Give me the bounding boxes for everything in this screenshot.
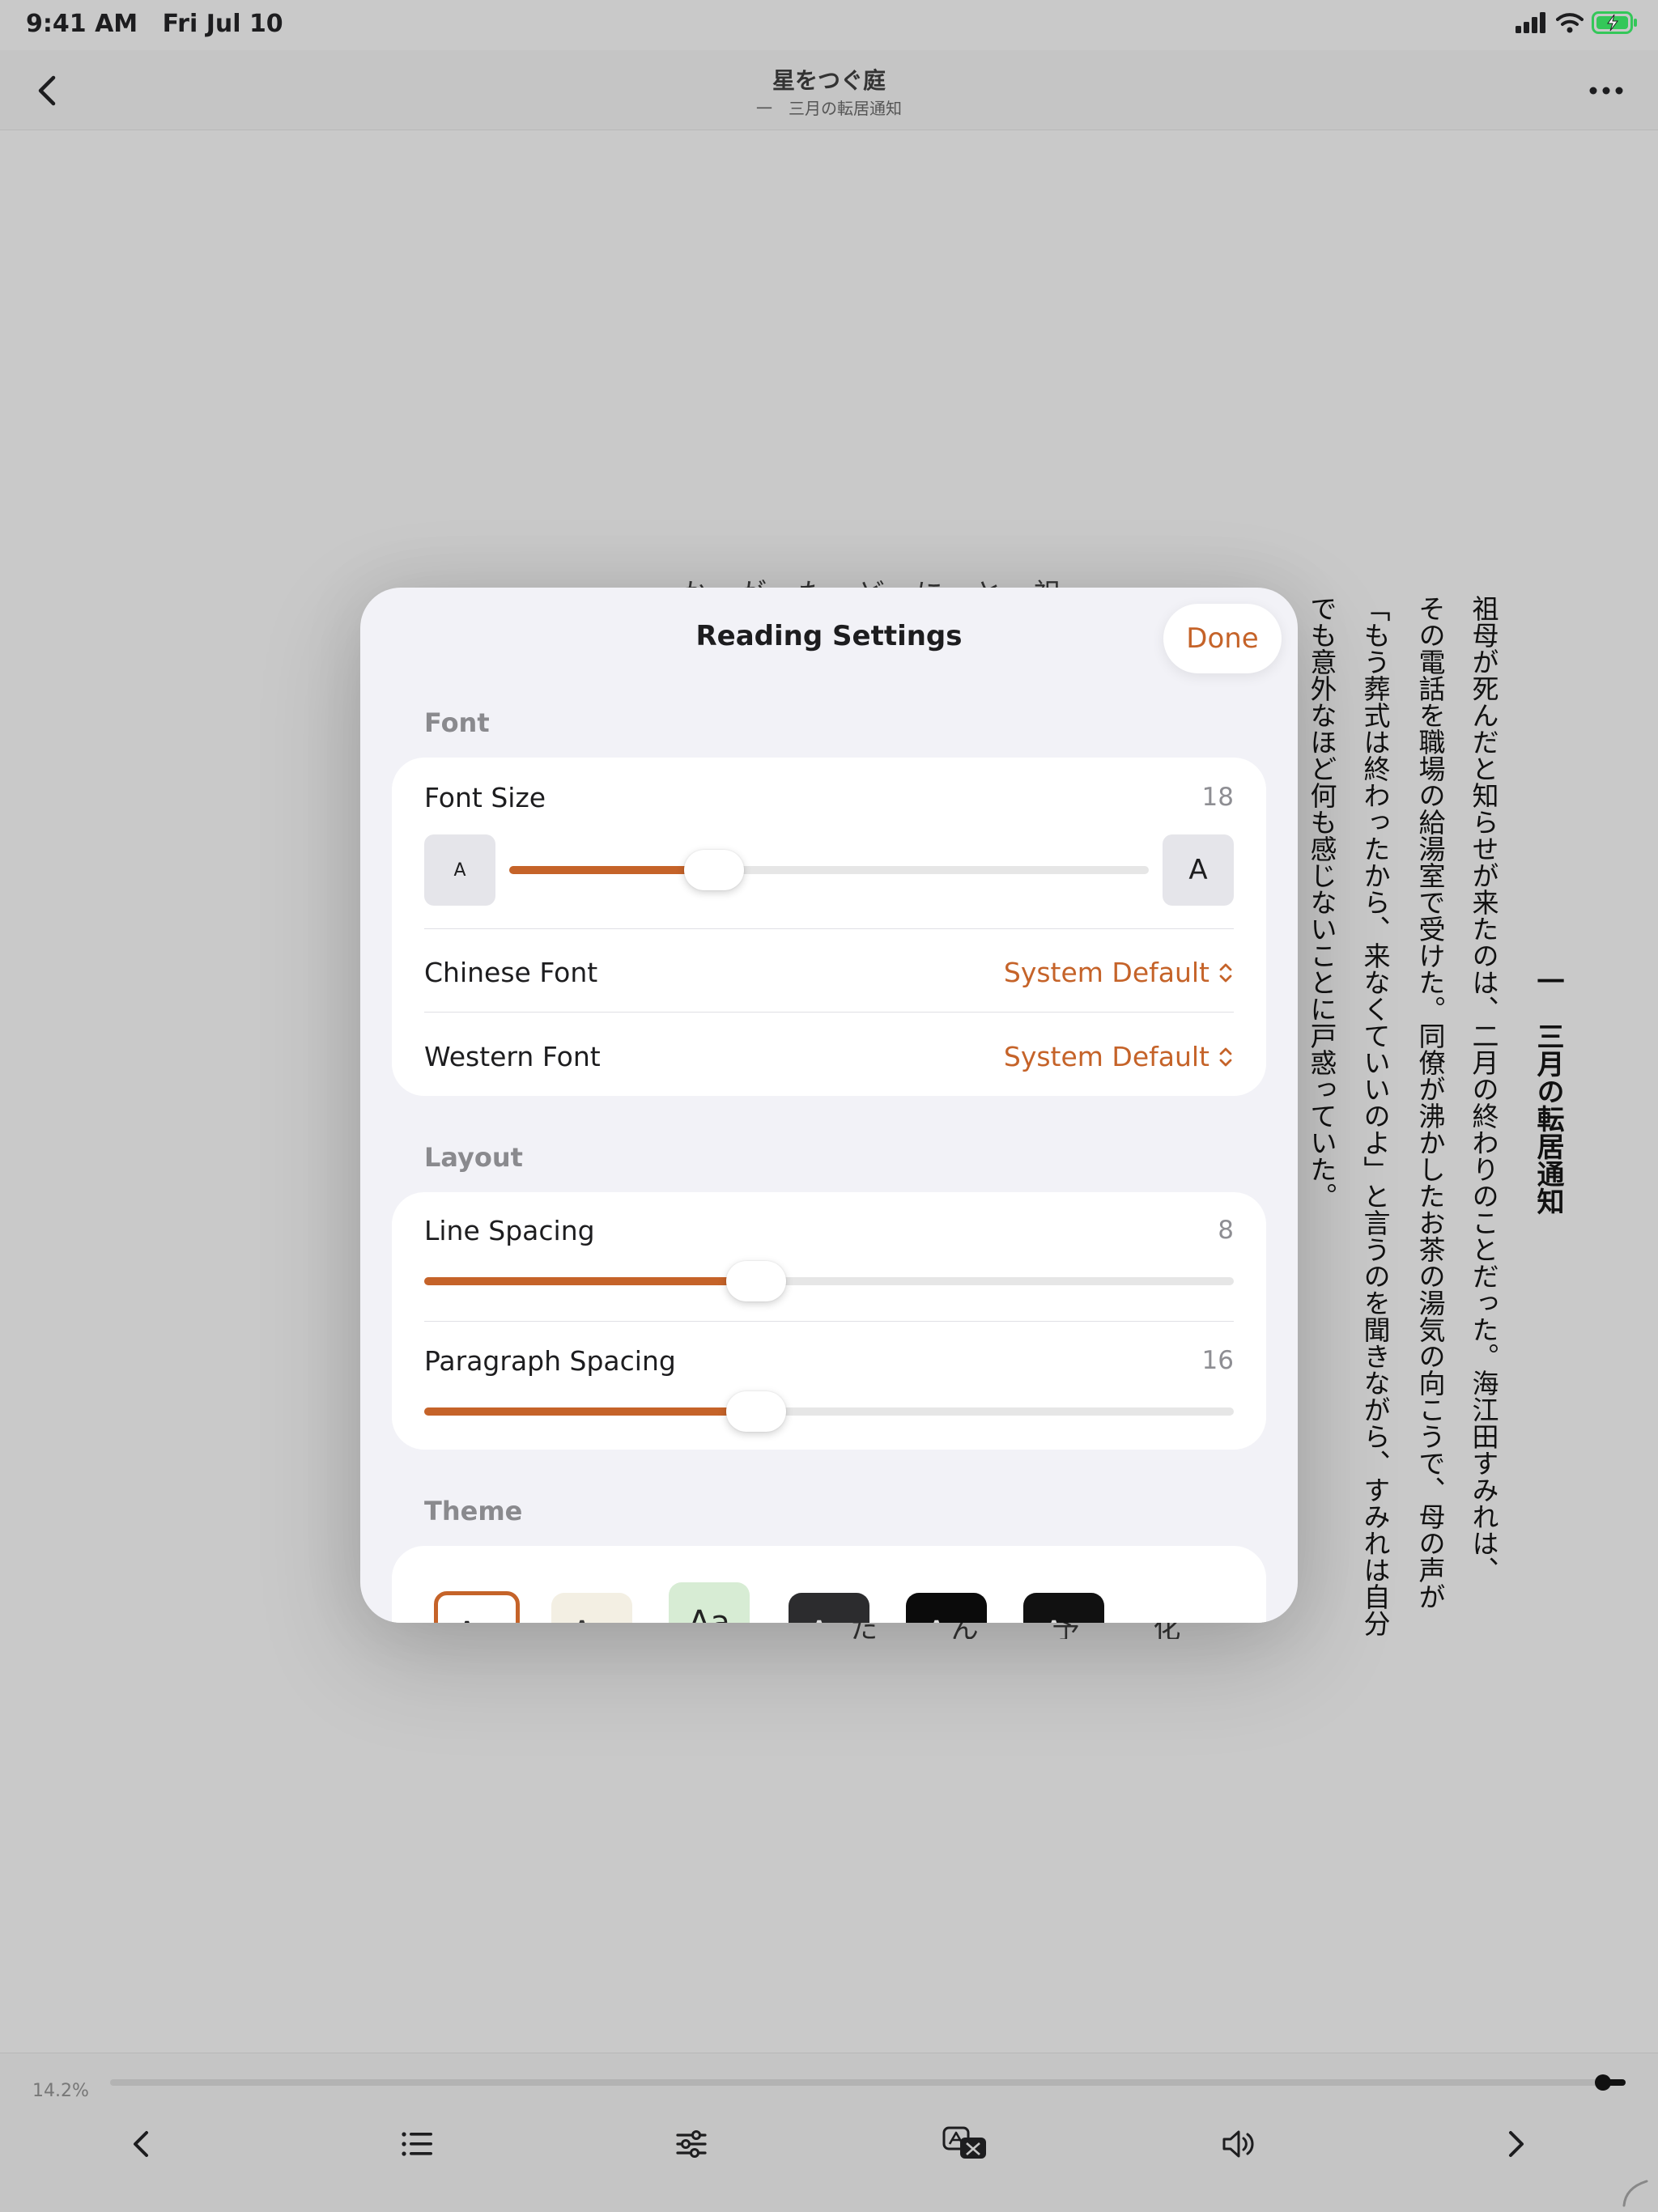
- done-button[interactable]: Done: [1163, 604, 1282, 673]
- theme-swatch-sepia[interactable]: Aa: [551, 1593, 632, 1623]
- paragraph-line: でも意外なほど何も感じないことに戸惑っていた。: [1306, 595, 1337, 1209]
- translate-icon: [942, 2126, 986, 2159]
- chevron-left-icon: [134, 2131, 148, 2157]
- status-date: Fri Jul 10: [162, 10, 283, 38]
- layout-card: Line Spacing 8 Paragraph Spacing 16: [392, 1192, 1266, 1450]
- paragraph-spacing-slider[interactable]: [424, 1391, 1234, 1432]
- paragraph-spacing-label: Paragraph Spacing: [424, 1345, 676, 1377]
- decrease-font-size-button[interactable]: A: [424, 834, 495, 906]
- line-spacing-value: 8: [1218, 1216, 1234, 1245]
- western-font-picker[interactable]: System Default: [1004, 1041, 1234, 1072]
- paragraph-line: 「もう葬式は終わったから、来なくていいのよ」と言うのを聞きながら、すみれは自分: [1359, 595, 1391, 1637]
- reading-settings-button[interactable]: [667, 2120, 716, 2168]
- up-down-chevron-icon: [1219, 963, 1232, 982]
- theme-swatch-dark-gray[interactable]: Aa: [789, 1593, 869, 1623]
- western-font-value: System Default: [1003, 1041, 1209, 1072]
- progress-percent: 14.2%: [32, 2081, 89, 2101]
- font-size-slider[interactable]: [509, 850, 1149, 890]
- previous-chapter-button[interactable]: [117, 2120, 166, 2168]
- reading-settings-sheet: Reading Settings Done Font Font Size 18 …: [360, 588, 1298, 1623]
- speaker-icon: [1222, 2130, 1254, 2158]
- theme-swatch-green[interactable]: Aa: [669, 1582, 750, 1623]
- western-font-label: Western Font: [424, 1041, 601, 1072]
- pencil-hover-indicator-icon: [1622, 2180, 1648, 2207]
- paragraph-line: その電話を職場の給湯室で受けた。同僚が沸かしたお茶の湯気の向こうで、母の声が: [1414, 595, 1446, 1610]
- reader-bottom-bar: 14.2%: [0, 2053, 1658, 2212]
- chapter-heading: 一 三月の転居通知: [1532, 967, 1564, 1215]
- paragraph-spacing-slider-fill: [424, 1407, 756, 1416]
- status-time-date: 9:41 AM Fri Jul 10: [26, 10, 283, 38]
- increase-font-size-button[interactable]: A: [1163, 834, 1234, 906]
- chevron-right-icon: [1509, 2131, 1524, 2157]
- status-time: 9:41 AM: [26, 10, 138, 38]
- font-size-label: Font Size: [424, 782, 546, 813]
- font-size-slider-fill: [509, 866, 714, 874]
- paragraph-line: 祖母が死んだと知らせが来たのは、二月の終わりのことだった。海江田すみれは、: [1468, 595, 1499, 1583]
- section-label-layout: Layout: [424, 1142, 523, 1173]
- theme-swatch-black[interactable]: Aa: [906, 1593, 987, 1623]
- translate-button[interactable]: [941, 2120, 989, 2168]
- list-icon: [402, 2132, 432, 2156]
- font-card: Font Size 18 A A Chinese Font System Def…: [392, 758, 1266, 1096]
- read-aloud-button[interactable]: [1214, 2120, 1263, 2168]
- sliders-icon: [676, 2130, 707, 2158]
- theme-swatch-white[interactable]: Aa: [434, 1591, 520, 1623]
- paragraph-spacing-value: 16: [1201, 1346, 1234, 1375]
- line-spacing-label: Line Spacing: [424, 1215, 595, 1246]
- sheet-title: Reading Settings: [695, 620, 963, 652]
- chapter-subtitle: 一 三月の転居通知: [756, 99, 902, 118]
- wifi-icon: [1556, 13, 1584, 33]
- status-bar: 9:41 AM Fri Jul 10: [0, 0, 1658, 50]
- theme-swatch-night[interactable]: Aa: [1023, 1593, 1104, 1623]
- font-size-slider-thumb[interactable]: [683, 850, 744, 890]
- up-down-chevron-icon: [1219, 1047, 1232, 1066]
- book-title: 星をつぐ庭: [772, 67, 886, 94]
- chinese-font-picker[interactable]: System Default: [1004, 957, 1234, 988]
- next-chapter-button[interactable]: [1491, 2120, 1540, 2168]
- divider: [424, 928, 1234, 929]
- font-size-value: 18: [1201, 783, 1234, 812]
- line-spacing-slider[interactable]: [424, 1261, 1234, 1301]
- divider: [424, 1012, 1234, 1013]
- paragraph-spacing-slider-thumb[interactable]: [726, 1391, 786, 1432]
- section-label-font: Font: [424, 707, 490, 738]
- table-of-contents-button[interactable]: [393, 2120, 441, 2168]
- more-ellipsis-icon[interactable]: [1582, 73, 1630, 108]
- battery-charging-icon: [1592, 11, 1637, 34]
- status-icons: [1516, 11, 1639, 34]
- chinese-font-label: Chinese Font: [424, 957, 598, 988]
- reader-nav-bar: 星をつぐ庭 一 三月の転居通知: [0, 50, 1658, 130]
- divider: [424, 1321, 1234, 1322]
- reading-progress-thumb[interactable]: [1594, 2074, 1611, 2091]
- reading-progress-slider[interactable]: [110, 2074, 1626, 2091]
- cellular-signal-icon: [1516, 12, 1545, 33]
- chinese-font-value: System Default: [1003, 957, 1209, 988]
- line-spacing-slider-thumb[interactable]: [726, 1261, 786, 1301]
- theme-card: Aa Aa Aa Aa Aa Aa: [392, 1546, 1266, 1623]
- section-label-theme: Theme: [424, 1496, 523, 1526]
- line-spacing-slider-fill: [424, 1277, 756, 1285]
